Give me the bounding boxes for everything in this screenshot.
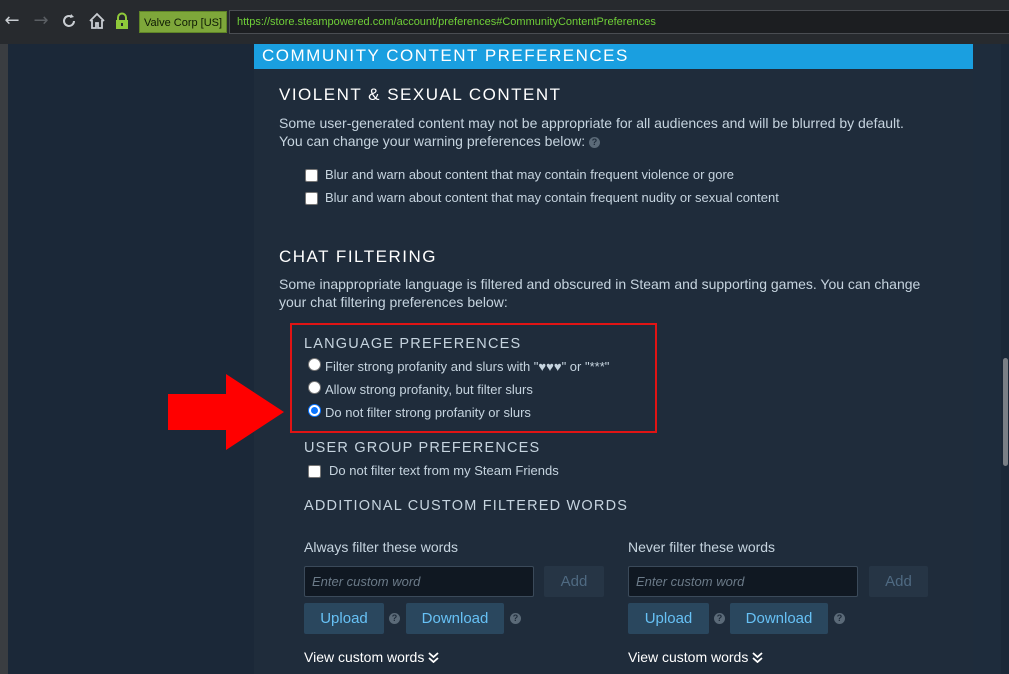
violent-content-description: Some user-generated content may not be a… — [279, 115, 904, 149]
address-bar[interactable]: https://store.steampowered.com/account/p… — [229, 10, 1009, 34]
radio-filter-profanity-and-slurs[interactable] — [308, 358, 321, 371]
reload-icon[interactable] — [59, 11, 79, 31]
browser-toolbar: ← → Valve Corp [US] https://store.steamp… — [0, 0, 1009, 44]
page-body: COMMUNITY CONTENT PREFERENCES VIOLENT & … — [0, 44, 1009, 674]
custom-words-heading: ADDITIONAL CUSTOM FILTERED WORDS — [304, 498, 629, 514]
lock-icon[interactable] — [113, 12, 131, 30]
steam-friends-checkbox-label[interactable]: Do not filter text from my Steam Friends — [329, 463, 559, 479]
never-download-button[interactable]: Download — [730, 603, 828, 634]
always-upload-button[interactable]: Upload — [304, 603, 384, 634]
steam-friends-checkbox[interactable] — [308, 465, 321, 478]
back-arrow-icon[interactable]: ← — [2, 11, 22, 31]
scrollbar-thumb[interactable] — [1003, 358, 1008, 466]
chat-filtering-description: Some inappropriate language is filtered … — [279, 276, 921, 310]
radio-allow-profanity-filter-slurs[interactable] — [308, 381, 321, 394]
language-preferences-heading: LANGUAGE PREFERENCES — [304, 336, 522, 352]
nudity-checkbox-label[interactable]: Blur and warn about content that may con… — [325, 190, 779, 206]
site-identity-badge[interactable]: Valve Corp [US] — [139, 11, 228, 33]
never-filter-label: Never filter these words — [628, 539, 776, 555]
always-download-button[interactable]: Download — [406, 603, 504, 634]
never-view-custom-words-link[interactable]: View custom words — [628, 649, 763, 665]
upload-help-icon[interactable]: ? — [389, 613, 400, 624]
always-add-button[interactable]: Add — [544, 566, 604, 597]
always-view-custom-words-link[interactable]: View custom words — [304, 649, 439, 665]
download-help-icon[interactable]: ? — [834, 613, 845, 624]
user-group-preferences-heading: USER GROUP PREFERENCES — [304, 440, 541, 456]
red-arrow-annotation-icon — [168, 374, 284, 450]
chat-filtering-heading: CHAT FILTERING — [279, 247, 437, 266]
radio-label-allow-profanity-filter-slurs[interactable]: Allow strong profanity, but filter slurs — [325, 382, 533, 398]
left-edge — [0, 44, 8, 674]
violence-checkbox-label[interactable]: Blur and warn about content that may con… — [325, 167, 734, 183]
home-icon[interactable] — [87, 11, 107, 31]
download-help-icon[interactable]: ? — [510, 613, 521, 624]
never-upload-button[interactable]: Upload — [628, 603, 709, 634]
nudity-checkbox[interactable] — [305, 192, 318, 205]
radio-do-not-filter[interactable] — [308, 404, 321, 417]
right-gutter — [973, 44, 1001, 674]
always-filter-label: Always filter these words — [304, 539, 459, 555]
double-chevron-down-icon — [752, 652, 763, 664]
radio-label-do-not-filter[interactable]: Do not filter strong profanity or slurs — [325, 405, 531, 421]
violent-content-heading: VIOLENT & SEXUAL CONTENT — [279, 85, 562, 104]
double-chevron-down-icon — [428, 652, 439, 664]
forward-arrow-icon[interactable]: → — [31, 11, 51, 31]
never-add-button[interactable]: Add — [869, 566, 928, 597]
radio-label-filter-profanity-and-slurs[interactable]: Filter strong profanity and slurs with "… — [325, 359, 609, 375]
upload-help-icon[interactable]: ? — [714, 613, 725, 624]
always-filter-input[interactable]: Enter custom word — [304, 566, 534, 597]
section-header: COMMUNITY CONTENT PREFERENCES — [254, 44, 973, 69]
never-filter-input[interactable]: Enter custom word — [628, 566, 858, 597]
help-icon[interactable]: ? — [589, 137, 601, 148]
section-title: COMMUNITY CONTENT PREFERENCES — [262, 46, 629, 65]
violence-checkbox[interactable] — [305, 169, 318, 182]
